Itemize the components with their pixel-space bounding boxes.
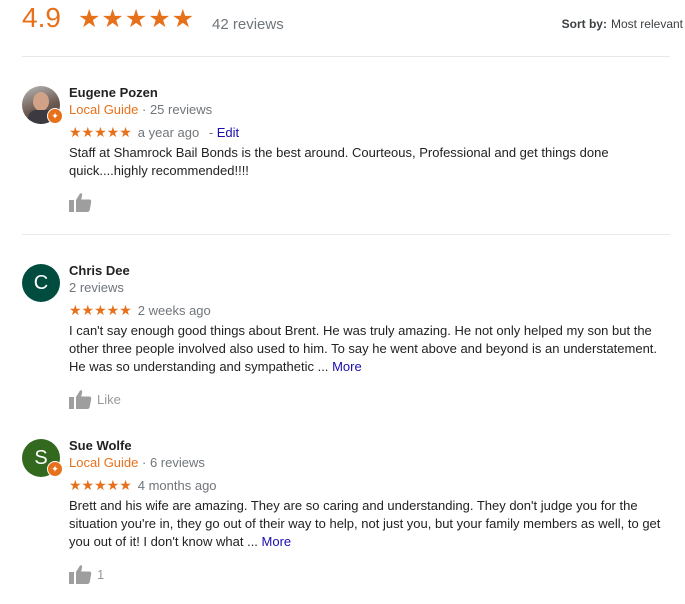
reviewer-review-count: 25 reviews xyxy=(149,102,213,117)
sort-value[interactable]: Most relevant xyxy=(611,17,683,31)
like-button[interactable] xyxy=(69,192,97,212)
avatar-face xyxy=(33,92,49,111)
more-link[interactable]: More xyxy=(262,534,292,549)
reviewer-meta: Local Guide · 6 reviews xyxy=(69,455,205,470)
local-guide-badge-icon: ✦ xyxy=(47,108,63,124)
like-label: Like xyxy=(97,391,121,407)
sort-dropdown[interactable]: Sort by: Most relevant xyxy=(562,17,683,31)
overall-stars-icon: ★★★★★ xyxy=(78,5,196,33)
reviewer-name[interactable]: Chris Dee xyxy=(69,263,130,278)
meta-separator: · xyxy=(138,455,150,470)
more-link[interactable]: More xyxy=(332,359,362,374)
edit-link[interactable]: Edit xyxy=(217,125,239,140)
avatar[interactable]: C xyxy=(22,264,60,302)
thumbs-up-icon xyxy=(69,565,92,584)
thumbs-up-icon xyxy=(69,193,92,212)
review-text: I can't say enough good things about Bre… xyxy=(69,322,669,376)
review-text: Brett and his wife are amazing. They are… xyxy=(69,497,669,551)
like-button[interactable]: 1 xyxy=(69,564,104,584)
reviews-header: 4.9 ★★★★★ 42 reviews Sort by: Most releva… xyxy=(0,0,685,46)
thumbs-up-icon xyxy=(69,390,92,409)
overall-rating: 4.9 xyxy=(22,2,61,33)
local-guide-badge-icon: ✦ xyxy=(47,461,63,477)
edit-separator: - xyxy=(205,125,217,140)
like-count: 1 xyxy=(97,566,105,582)
local-guide-label[interactable]: Local Guide xyxy=(69,102,138,117)
meta-separator: · xyxy=(138,102,150,117)
reviewer-name[interactable]: Sue Wolfe xyxy=(69,438,132,453)
reviewer-meta: Local Guide · 25 reviews xyxy=(69,102,212,117)
local-guide-label[interactable]: Local Guide xyxy=(69,455,138,470)
review-text-body: I can't say enough good things about Bre… xyxy=(69,323,658,374)
review-stars-icon: ★★★★★ xyxy=(69,124,132,140)
review-time: 4 months ago xyxy=(137,478,217,493)
divider xyxy=(22,56,670,57)
review-time: a year ago xyxy=(137,125,200,140)
like-button[interactable]: Like xyxy=(69,389,121,409)
review-rating-line: ★★★★★ 4 months ago xyxy=(69,477,217,494)
reviewer-meta: 2 reviews xyxy=(69,280,124,295)
review-rating-line: ★★★★★ a year ago - Edit xyxy=(69,124,239,141)
reviewer-name[interactable]: Eugene Pozen xyxy=(69,85,158,100)
reviewer-review-count: 6 reviews xyxy=(149,455,205,470)
review-text: Staff at Shamrock Bail Bonds is the best… xyxy=(69,145,609,178)
reviewer-review-count: 2 reviews xyxy=(69,280,124,295)
divider xyxy=(22,234,670,235)
total-review-count[interactable]: 42 reviews xyxy=(212,16,284,33)
review-time: 2 weeks ago xyxy=(137,303,211,318)
review-text-body: Brett and his wife are amazing. They are… xyxy=(69,498,661,549)
sort-label: Sort by: xyxy=(561,17,607,31)
review-stars-icon: ★★★★★ xyxy=(69,302,132,318)
review-stars-icon: ★★★★★ xyxy=(69,477,132,493)
review-rating-line: ★★★★★ 2 weeks ago xyxy=(69,302,211,319)
